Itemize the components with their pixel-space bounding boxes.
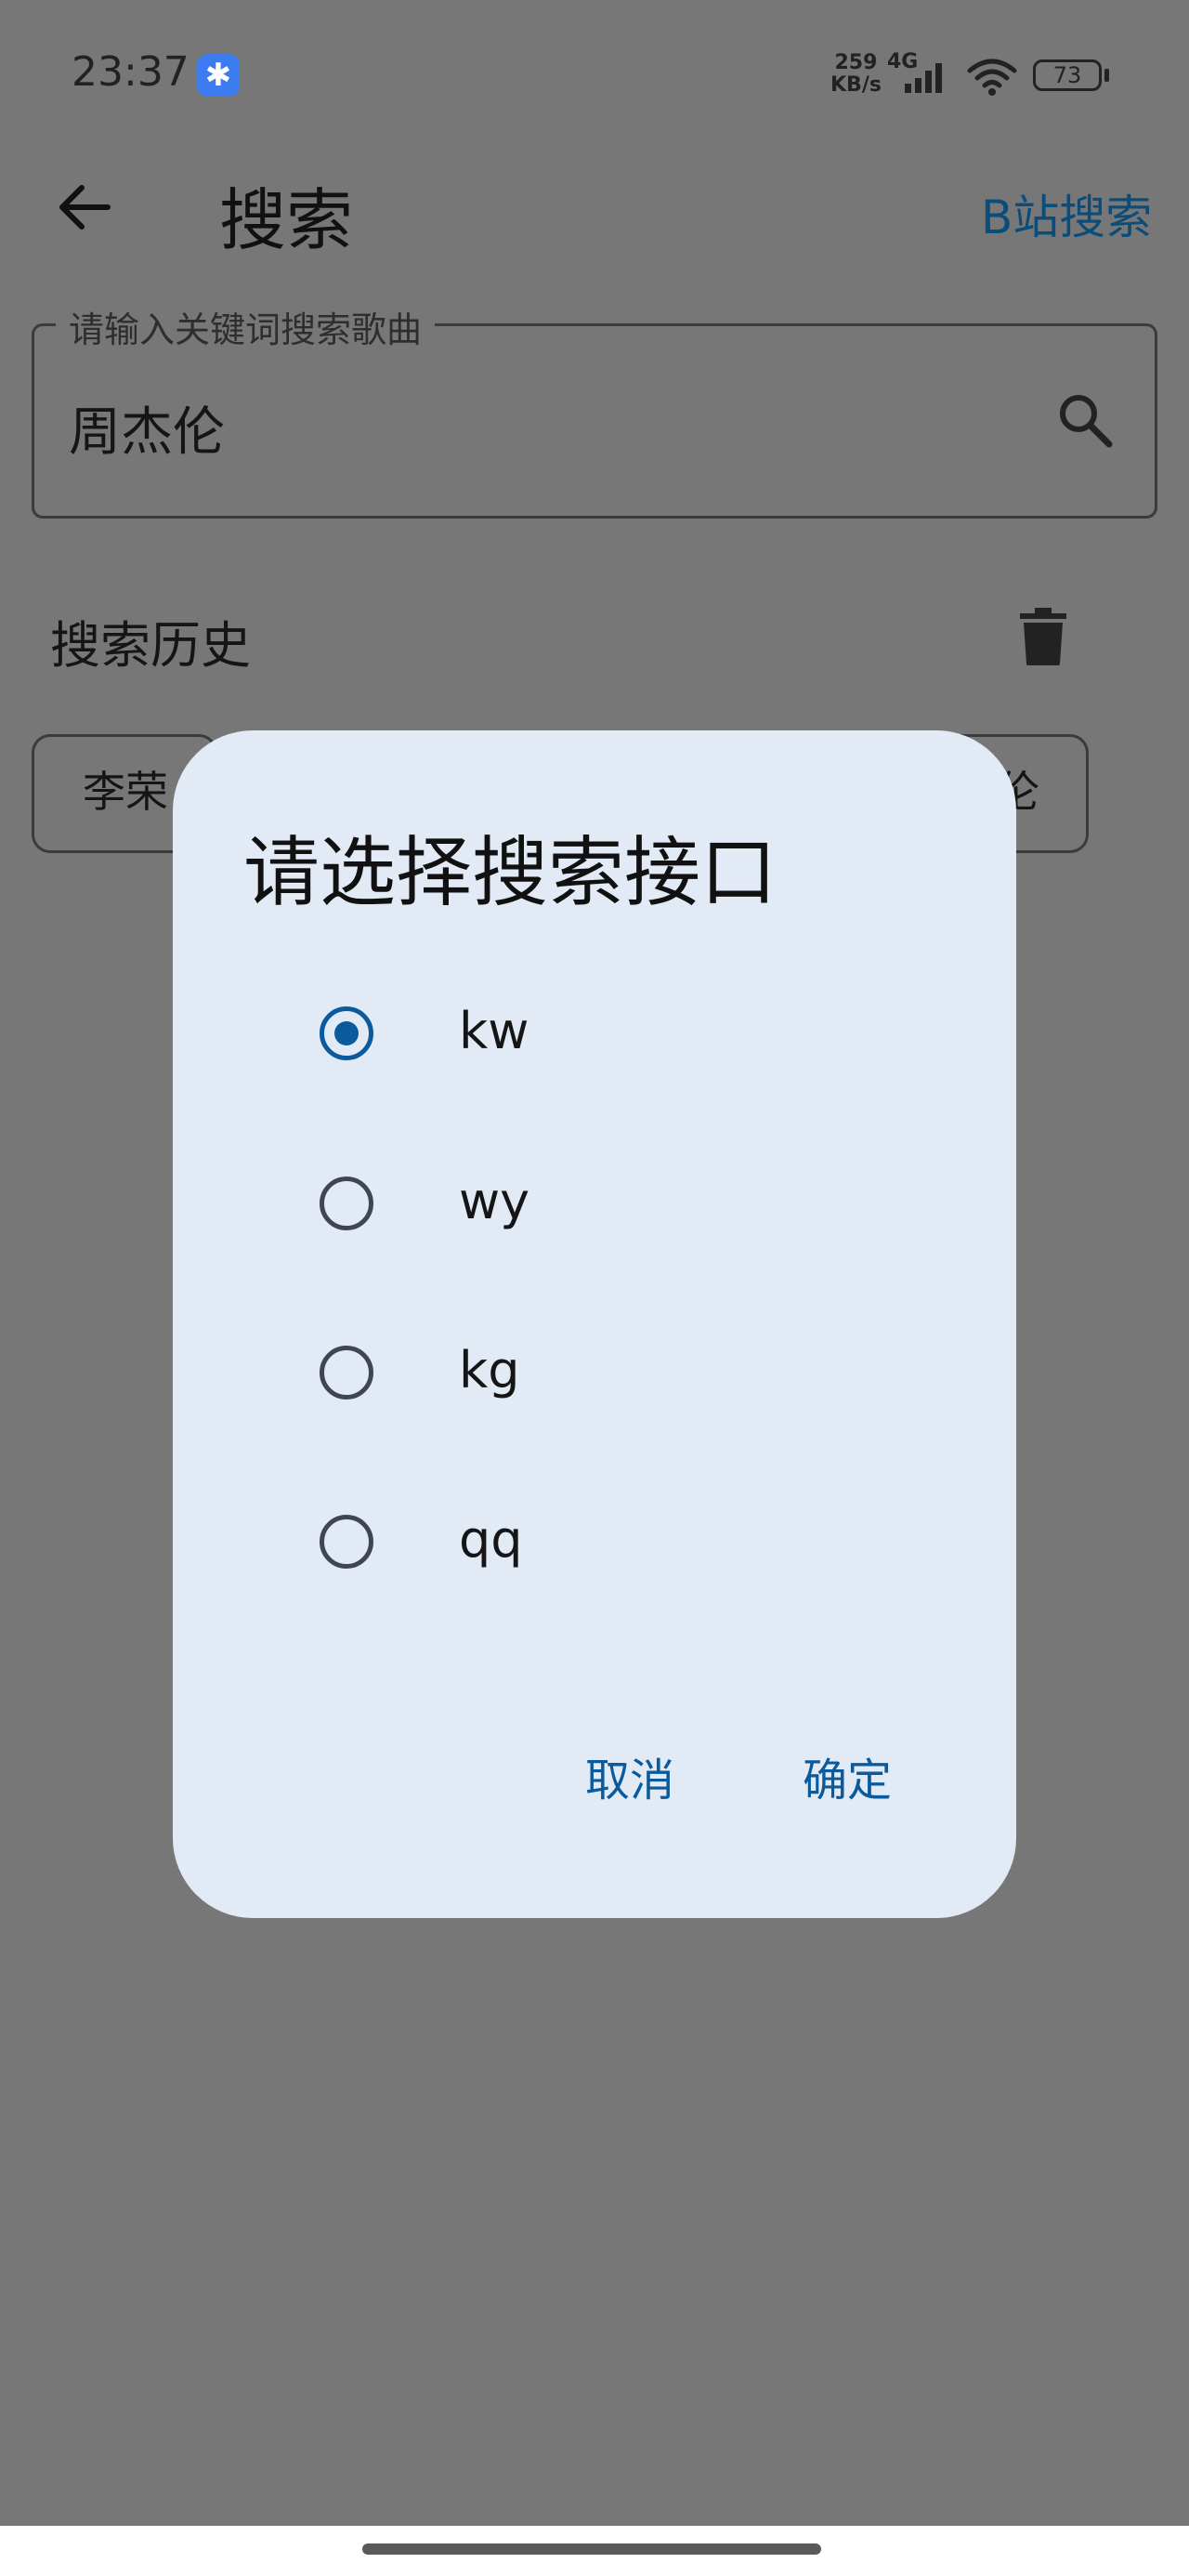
page-title: 搜索 — [219, 181, 354, 259]
confirm-button[interactable]: 确定 — [803, 1743, 892, 1808]
wifi-icon — [967, 59, 1017, 96]
radio-qq[interactable] — [320, 1515, 373, 1569]
option-label-kw: kw — [459, 1002, 529, 1060]
dialog-title: 请选择搜索接口 — [243, 829, 777, 917]
radio-kw[interactable] — [320, 1006, 373, 1060]
search-api-dialog: 请选择搜索接口 kw wy kg qq 取消 确定 — [173, 730, 1016, 1918]
search-input-value[interactable]: 周杰伦 — [69, 390, 225, 466]
home-indicator[interactable] — [362, 2543, 821, 2555]
search-icon[interactable] — [1055, 390, 1115, 450]
option-qq[interactable]: qq — [173, 1475, 1016, 1614]
battery-icon: 73 — [1033, 59, 1102, 91]
network-speed-value: 259 — [834, 51, 878, 74]
option-label-kg: kg — [459, 1341, 520, 1400]
bilibili-search-button[interactable]: B站搜索 — [981, 180, 1152, 247]
battery-tip — [1104, 69, 1109, 82]
trash-icon[interactable] — [1020, 608, 1066, 665]
option-label-wy: wy — [459, 1172, 530, 1230]
signal-icon — [905, 63, 942, 93]
history-title: 搜索历史 — [50, 616, 251, 675]
search-field-label: 请输入关键词搜索歌曲 — [56, 301, 436, 352]
status-time: 23:37 — [72, 48, 189, 96]
network-speed: 259 KB/s — [830, 52, 882, 97]
back-arrow-icon[interactable] — [54, 177, 115, 238]
radio-wy[interactable] — [320, 1176, 373, 1230]
option-wy[interactable]: wy — [173, 1137, 1016, 1276]
message-icon: ✱ — [197, 54, 240, 97]
option-label-qq: qq — [459, 1510, 523, 1569]
option-kw[interactable]: kw — [173, 966, 1016, 1106]
option-kg[interactable]: kg — [173, 1306, 1016, 1445]
cancel-button[interactable]: 取消 — [585, 1743, 674, 1808]
network-speed-unit: KB/s — [830, 73, 882, 97]
radio-kg[interactable] — [320, 1346, 373, 1400]
